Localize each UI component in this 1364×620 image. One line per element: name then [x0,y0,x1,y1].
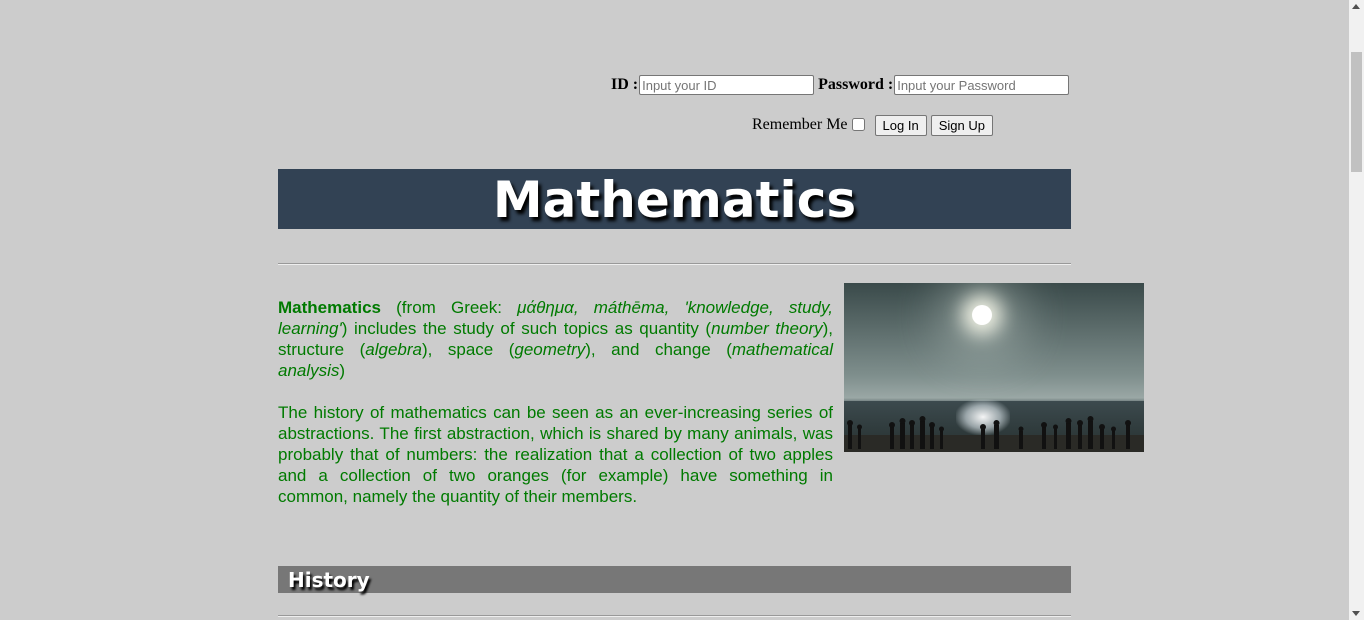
intro-text: ), and change ( [585,340,732,359]
intro-text: ) [339,361,346,380]
remember-me-label: Remember Me [752,116,848,133]
login-actions-row: Remember Me Log In Sign Up [752,114,993,136]
image-sun [972,305,992,325]
scroll-down-arrow-icon[interactable] [1352,611,1360,616]
intro-text: ) includes the study of such topics as q… [341,319,712,338]
intro-paragraph-1: Mathematics (from Greek: μάθημα, máthēma… [278,297,833,381]
intro-content: Mathematics (from Greek: μάθημα, máthēma… [278,297,833,528]
signup-button[interactable]: Sign Up [930,114,993,136]
intro-term-geometry: geometry [514,340,586,359]
section-header-history: History [278,566,1071,593]
scroll-up-arrow-icon[interactable] [1352,4,1360,9]
password-input[interactable] [894,75,1070,95]
password-label: Password : [818,76,894,93]
intro-paragraph-2: The history of mathematics can be seen a… [278,403,833,506]
image-silhouettes [847,416,1131,449]
page-title: Mathematics [492,171,857,229]
divider [278,615,1071,617]
id-label: ID : [611,76,639,93]
scrollbar-thumb[interactable] [1351,52,1362,172]
divider [278,263,1071,265]
login-button[interactable]: Log In [874,114,927,136]
remember-me-checkbox[interactable] [851,117,865,131]
id-input[interactable] [639,75,815,95]
intro-term-number-theory: number theory [711,319,823,338]
intro-text: ), space ( [422,340,515,359]
intro-term-algebra: algebra [365,340,422,359]
login-form-row: ID : Password : [611,74,1073,96]
vertical-scrollbar[interactable] [1349,0,1364,620]
beach-sunset-image [844,283,1144,452]
intro-term: Mathematics [278,298,381,317]
intro-text: (from Greek: [380,298,518,317]
section-title: History [288,568,370,592]
page-title-banner: Mathematics [278,169,1071,229]
